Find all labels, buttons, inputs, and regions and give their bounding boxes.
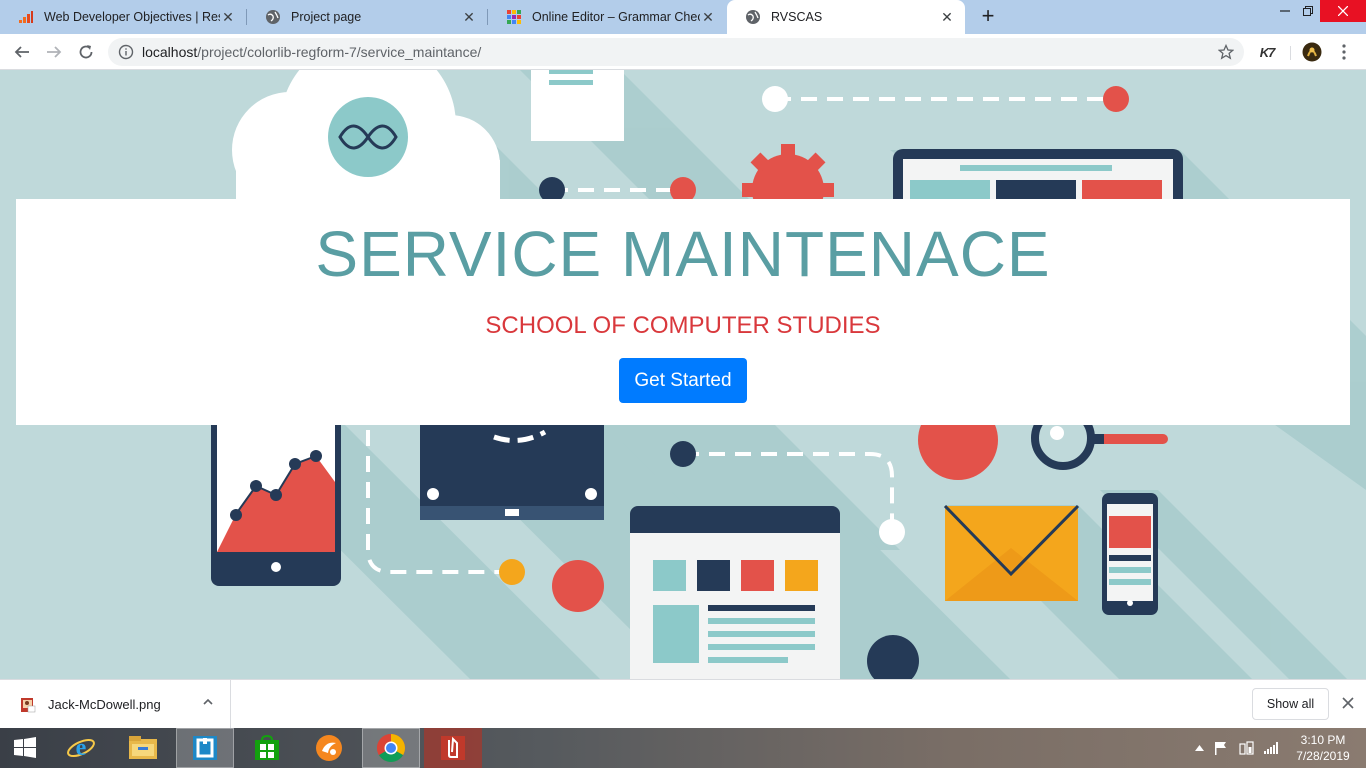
acrobat-icon [441, 736, 465, 760]
close-icon[interactable]: ✕ [939, 9, 955, 25]
action-center-flag[interactable] [1212, 728, 1230, 768]
tab-title: Web Developer Objectives | Resu [44, 10, 220, 24]
get-started-button[interactable]: Get Started [619, 358, 747, 403]
power-status[interactable] [1238, 728, 1256, 768]
tab-title: RVSCAS [771, 10, 823, 24]
tab-project-page[interactable]: Project page ✕ [247, 0, 487, 34]
page-viewport: SERVICE MAINTENACE SCHOOL OF COMPUTER ST… [0, 70, 1366, 679]
taskbar-app-window[interactable] [176, 728, 234, 768]
restore-icon [1303, 6, 1313, 16]
chart-bars-icon [18, 9, 34, 25]
new-tab-button[interactable]: + [976, 5, 1000, 29]
toolbar-divider [1290, 46, 1291, 60]
file-explorer-icon [129, 736, 157, 759]
windows-start-icon [14, 737, 36, 758]
back-button[interactable] [10, 40, 34, 64]
show-hidden-icons-button[interactable] [1192, 728, 1206, 768]
tab-strip: Web Developer Objectives | Resu ✕ Projec… [0, 0, 1366, 34]
info-icon[interactable] [118, 44, 134, 60]
uc-browser-icon [316, 735, 342, 761]
chevron-up-icon[interactable] [202, 696, 214, 708]
svg-text:e: e [76, 735, 87, 761]
hero-banner: SERVICE MAINTENACE SCHOOL OF COMPUTER ST… [16, 199, 1350, 425]
browser-toolbar: localhost/project/colorlib-regform-7/ser… [0, 34, 1366, 70]
url-path: /project/colorlib-regform-7/service_main… [197, 44, 482, 60]
taskbar-acrobat[interactable] [424, 728, 482, 768]
more-vertical-icon [1342, 44, 1346, 60]
reload-button[interactable] [74, 40, 98, 64]
tab-title: Project page [291, 10, 362, 24]
clock-date: 7/28/2019 [1296, 749, 1350, 763]
tab-web-developer-objectives[interactable]: Web Developer Objectives | Resu ✕ [0, 0, 246, 34]
arrow-left-icon [14, 46, 29, 58]
chevron-up-icon [1194, 745, 1204, 751]
signal-bars-icon [1264, 742, 1278, 754]
chrome-icon [377, 734, 405, 762]
arrow-right-icon [47, 46, 62, 58]
close-window-button[interactable] [1320, 0, 1366, 22]
image-file-icon [21, 697, 36, 712]
url-host: localhost [142, 44, 198, 60]
microsoft-store-icon [255, 735, 279, 760]
grid-color-icon [506, 9, 522, 25]
system-clock[interactable]: 3:10 PM 7/28/2019 [1288, 732, 1358, 764]
forward-button[interactable] [42, 40, 66, 64]
close-icon [1338, 6, 1348, 16]
close-icon[interactable]: ✕ [220, 9, 236, 25]
download-item[interactable]: Jack-McDowell.png [0, 680, 231, 729]
close-icon[interactable]: ✕ [461, 9, 477, 25]
internet-explorer-icon: e [67, 735, 95, 761]
network-status[interactable] [1262, 728, 1280, 768]
address-bar[interactable]: localhost/project/colorlib-regform-7/ser… [108, 38, 1244, 66]
start-button[interactable] [0, 728, 50, 768]
k7-extension-button[interactable]: K7 [1255, 42, 1279, 62]
battery-plug-icon [1239, 741, 1254, 755]
show-all-button[interactable]: Show all [1252, 688, 1329, 720]
taskbar-file-explorer[interactable] [114, 728, 172, 768]
clock-time: 3:10 PM [1300, 733, 1346, 747]
tab-title: Online Editor – Grammar Checke [532, 10, 700, 24]
tab-rvscas[interactable]: RVSCAS ✕ [727, 0, 965, 34]
avatar-icon [1302, 42, 1322, 62]
download-file-name: Jack-McDowell.png [48, 697, 161, 712]
globe-icon [265, 9, 281, 25]
taskbar-chrome[interactable] [362, 728, 420, 768]
chrome-menu-button[interactable] [1334, 42, 1354, 62]
tab-online-editor[interactable]: Online Editor – Grammar Checke ✕ [488, 0, 726, 34]
windows-taskbar: e 3:10 PM 7/28/2019 [0, 728, 1366, 768]
page-subtitle: SCHOOL OF COMPUTER STUDIES [485, 312, 881, 339]
taskbar-microsoft-store[interactable] [238, 728, 296, 768]
download-bar: Jack-McDowell.png Show all [0, 679, 1366, 729]
profile-avatar[interactable] [1302, 42, 1322, 62]
taskbar-internet-explorer[interactable]: e [52, 728, 110, 768]
page-title: SERVICE MAINTENACE [315, 218, 1051, 290]
globe-icon [745, 9, 761, 25]
flag-icon [1215, 742, 1226, 755]
k7-extension-label: K7 [1259, 44, 1276, 60]
close-icon [1342, 697, 1354, 709]
taskbar-uc-browser[interactable] [300, 728, 358, 768]
bookmark-star-icon[interactable] [1218, 44, 1234, 60]
close-download-bar-button[interactable] [1339, 694, 1357, 712]
store-app-icon [193, 736, 217, 760]
close-icon[interactable]: ✕ [700, 9, 716, 25]
reload-icon [79, 45, 93, 59]
